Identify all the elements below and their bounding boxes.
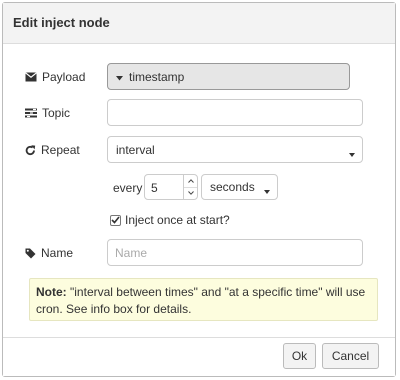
ok-button[interactable]: Ok bbox=[283, 343, 316, 369]
caret-down-icon bbox=[264, 184, 270, 198]
caret-down-icon bbox=[116, 70, 123, 84]
payload-type-select[interactable]: timestamp bbox=[107, 63, 350, 90]
repeat-select[interactable]: interval bbox=[107, 136, 363, 163]
dialog-footer: Ok Cancel bbox=[3, 337, 395, 376]
tasks-icon bbox=[25, 108, 37, 118]
interval-value: 5 bbox=[151, 181, 158, 195]
stepper-buttons bbox=[183, 175, 197, 199]
name-label-text: Name bbox=[41, 246, 74, 260]
topic-input[interactable] bbox=[107, 99, 363, 126]
name-label: Name bbox=[25, 246, 73, 260]
inject-once-row: Inject once at start? bbox=[110, 213, 230, 227]
repeat-label: Repeat bbox=[25, 143, 80, 157]
repeat-select-value: interval bbox=[116, 142, 155, 157]
cancel-button[interactable]: Cancel bbox=[322, 343, 379, 369]
interval-unit-value: seconds bbox=[210, 180, 255, 194]
dialog-title: Edit inject node bbox=[13, 15, 110, 30]
cron-note: Note: "interval between times" and "at a… bbox=[29, 278, 378, 321]
topic-label-text: Topic bbox=[42, 106, 71, 120]
payload-label: Payload bbox=[25, 70, 85, 84]
inject-once-checkbox[interactable] bbox=[110, 214, 121, 226]
note-text: "interval between times" and "at a speci… bbox=[36, 285, 366, 316]
dialog-titlebar: Edit inject node bbox=[3, 3, 395, 44]
name-input[interactable] bbox=[107, 239, 363, 266]
interval-stepper[interactable]: 5 bbox=[144, 174, 198, 200]
caret-down-icon bbox=[349, 147, 355, 161]
interval-unit-select[interactable]: seconds bbox=[201, 174, 278, 200]
payload-label-text: Payload bbox=[42, 70, 86, 84]
every-label: every bbox=[113, 181, 143, 195]
repeat-label-text: Repeat bbox=[41, 143, 80, 157]
inject-once-label: Inject once at start? bbox=[125, 213, 230, 227]
repeat-icon bbox=[25, 144, 36, 156]
payload-value: timestamp bbox=[129, 69, 185, 84]
note-bold: Note: bbox=[36, 285, 67, 299]
topic-label: Topic bbox=[25, 106, 70, 120]
envelope-icon bbox=[25, 72, 37, 82]
edit-inject-dialog: Edit inject node Payload timestamp Topic… bbox=[2, 2, 396, 377]
stepper-down-icon[interactable] bbox=[184, 187, 197, 199]
tag-icon bbox=[25, 248, 36, 259]
